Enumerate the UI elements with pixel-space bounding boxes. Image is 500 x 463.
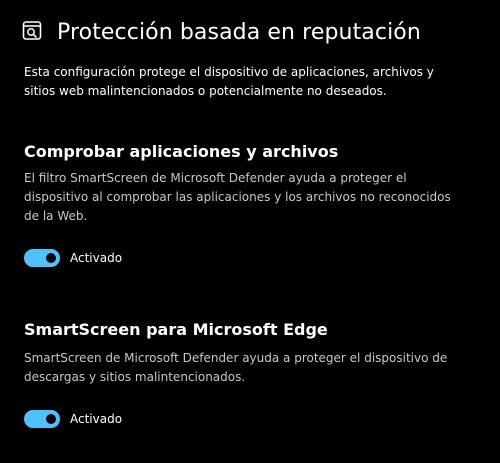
intro-description: Esta configuración protege el dispositiv… [24, 65, 434, 98]
section-description-check-apps-files: El filtro SmartScreen de Microsoft Defen… [24, 171, 451, 223]
page-title: Protección basada en reputación [57, 19, 421, 45]
reputation-shield-search-icon [22, 18, 46, 46]
toggle-knob [46, 414, 56, 424]
toggle-knob [46, 253, 56, 263]
toggle-smartscreen-edge[interactable] [24, 410, 60, 428]
toggle-row-check-apps-files: Activado [24, 249, 122, 267]
section-title-check-apps-files: Comprobar aplicaciones y archivos [24, 142, 339, 161]
toggle-label: Activado [70, 251, 123, 265]
toggle-check-apps-files[interactable] [24, 249, 60, 267]
toggle-row-smartscreen-edge: Activado [24, 410, 122, 428]
toggle-label: Activado [70, 412, 123, 426]
section-description-smartscreen-edge: SmartScreen de Microsoft Defender ayuda … [24, 351, 448, 384]
page-header: Protección basada en reputación [22, 18, 421, 46]
section-title-smartscreen-edge: SmartScreen para Microsoft Edge [24, 320, 328, 339]
